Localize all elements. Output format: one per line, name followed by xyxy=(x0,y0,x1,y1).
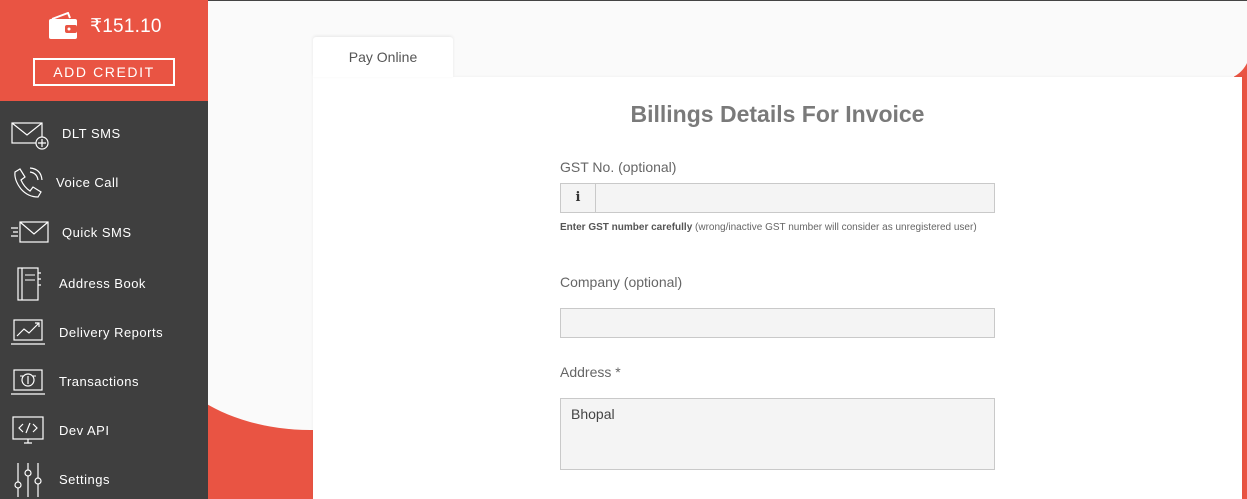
sidebar-item-dlt-sms[interactable]: DLT SMS xyxy=(0,111,208,155)
balance-amount: ₹151.10 xyxy=(90,15,162,37)
sidebar: ₹151.10 ADD CREDIT DLT SMS Voice Call Qu… xyxy=(0,0,208,499)
sidebar-item-label: Delivery Reports xyxy=(59,324,164,340)
company-field xyxy=(560,308,995,338)
chart-laptop-icon xyxy=(10,316,50,350)
gst-input-group: i xyxy=(560,183,995,213)
sliders-icon xyxy=(10,463,50,497)
sidebar-item-label: Quick SMS xyxy=(62,224,132,240)
sidebar-item-label: Dev API xyxy=(59,422,110,438)
gst-label: GST No. (optional) xyxy=(560,159,677,175)
wallet-icon xyxy=(48,12,78,40)
envelope-plus-icon xyxy=(10,117,50,151)
top-border xyxy=(208,0,1247,1)
code-monitor-icon xyxy=(10,414,50,448)
coin-laptop-icon xyxy=(10,365,50,399)
gst-help-text: Enter GST number carefully (wrong/inacti… xyxy=(560,222,1000,234)
sidebar-item-delivery-reports[interactable]: Delivery Reports xyxy=(0,310,208,354)
sidebar-item-dev-api[interactable]: Dev API xyxy=(0,408,208,452)
phone-icon xyxy=(10,166,50,200)
sidebar-item-voice-call[interactable]: Voice Call xyxy=(0,160,208,204)
wallet-panel: ₹151.10 ADD CREDIT xyxy=(0,0,208,101)
gst-help-rest: (wrong/inactive GST number will consider… xyxy=(692,222,977,233)
tab-pay-online[interactable]: Pay Online xyxy=(313,37,453,77)
sidebar-item-label: Voice Call xyxy=(56,174,119,190)
page-title: Billings Details For Invoice xyxy=(630,101,925,127)
sidebar-item-settings[interactable]: Settings xyxy=(0,457,208,499)
company-input[interactable] xyxy=(561,309,994,337)
sidebar-item-address-book[interactable]: Address Book xyxy=(0,261,208,305)
gst-help-bold: Enter GST number carefully xyxy=(560,222,693,233)
address-label: Address * xyxy=(560,364,621,380)
address-book-icon xyxy=(10,267,50,301)
address-value: Bhopal xyxy=(571,406,615,422)
address-textarea[interactable]: Bhopal xyxy=(560,398,995,470)
add-credit-button[interactable]: ADD CREDIT xyxy=(33,58,175,86)
company-label: Company (optional) xyxy=(560,274,683,290)
sidebar-item-transactions[interactable]: Transactions xyxy=(0,359,208,403)
fast-envelope-icon xyxy=(10,216,50,250)
info-icon: i xyxy=(561,184,596,212)
sidebar-item-label: Settings xyxy=(59,471,110,487)
sidebar-item-label: DLT SMS xyxy=(62,125,121,141)
gst-input[interactable] xyxy=(597,184,994,212)
sidebar-item-quick-sms[interactable]: Quick SMS xyxy=(0,210,208,254)
sidebar-item-label: Transactions xyxy=(59,373,139,389)
sidebar-item-label: Address Book xyxy=(59,275,146,291)
